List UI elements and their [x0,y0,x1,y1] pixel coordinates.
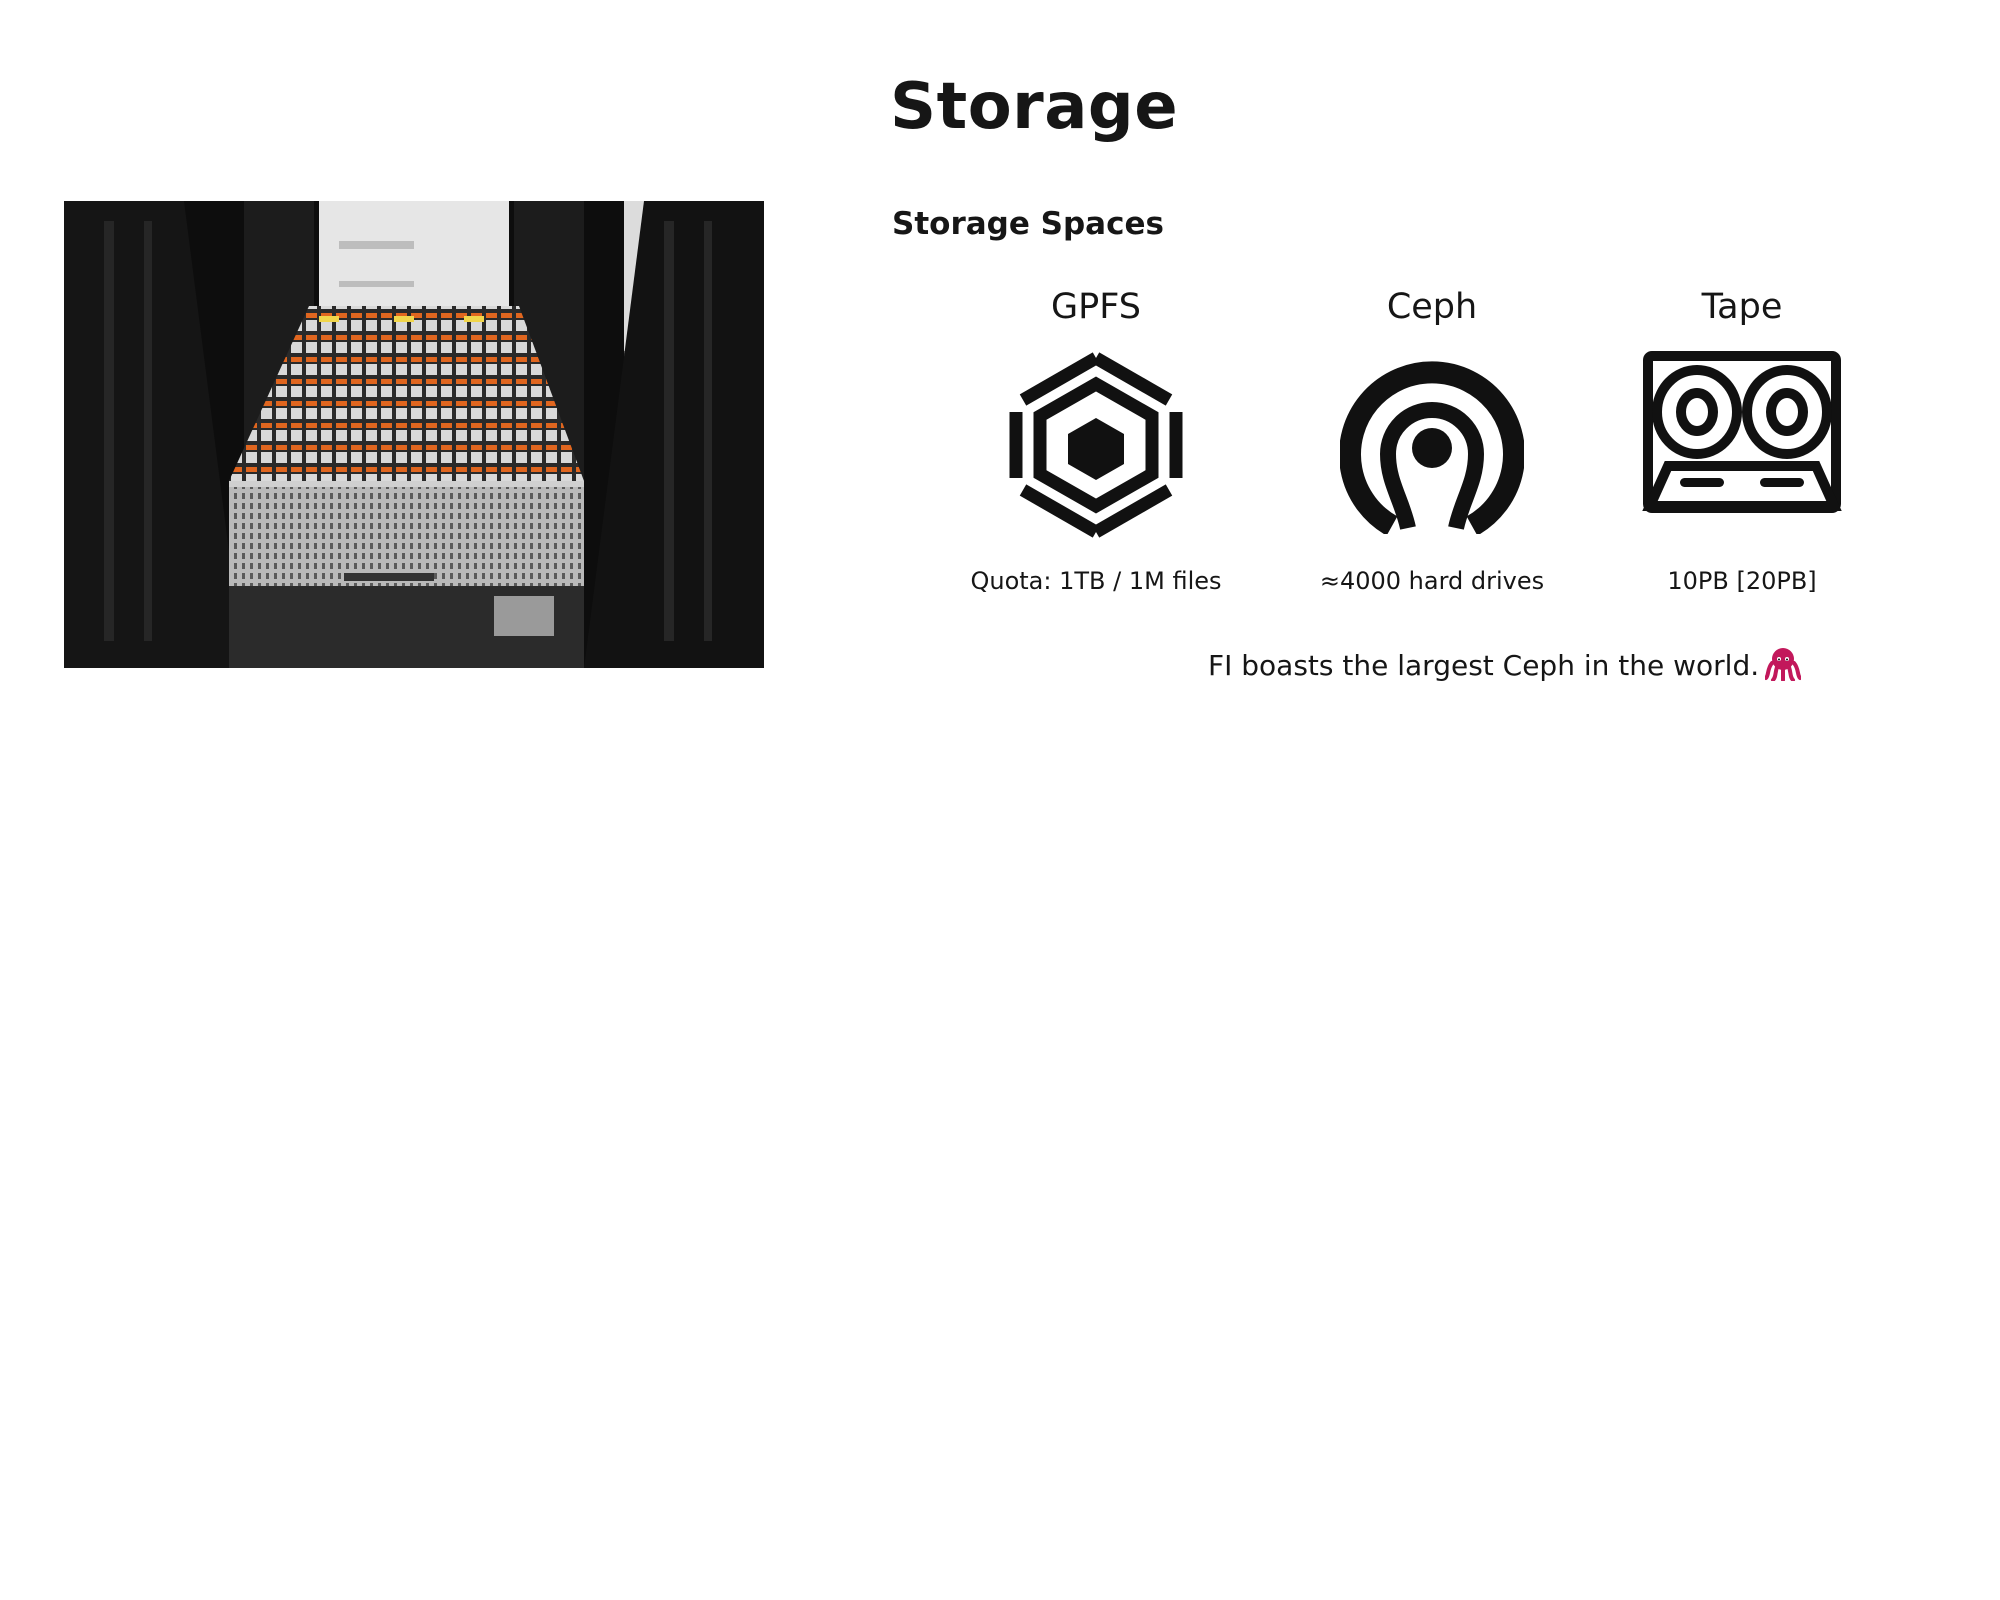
space-note: ≈4000 hard drives [1319,567,1545,595]
gpfs-hexagon-icon [1009,352,1183,538]
server-rack-photo [64,201,764,668]
page-title: Storage [890,70,1179,144]
closing-text: FI boasts the largest Ceph in the world. [1208,649,1760,682]
storage-space-ceph: Ceph ≈4000 hard drives [1282,284,1582,595]
server-rack-illustration [64,201,764,668]
space-name: Tape [1701,287,1783,327]
closing-statement: FI boasts the largest Ceph in the world. [1208,646,1802,686]
storage-space-tape: Tape 10PB [20PB] [1592,284,1892,595]
space-note: Quota: 1TB / 1M files [970,567,1222,595]
space-note: 10PB [20PB] [1667,567,1817,595]
space-name: GPFS [1051,287,1141,327]
ceph-logo-icon [1340,361,1524,534]
storage-space-gpfs: GPFS Quota: 1TB / 1M files [946,284,1246,595]
space-name: Ceph [1386,287,1478,327]
octopus-icon [1765,648,1802,681]
section-subtitle: Storage Spaces [892,206,1164,242]
tape-cassette-icon [1642,351,1842,513]
